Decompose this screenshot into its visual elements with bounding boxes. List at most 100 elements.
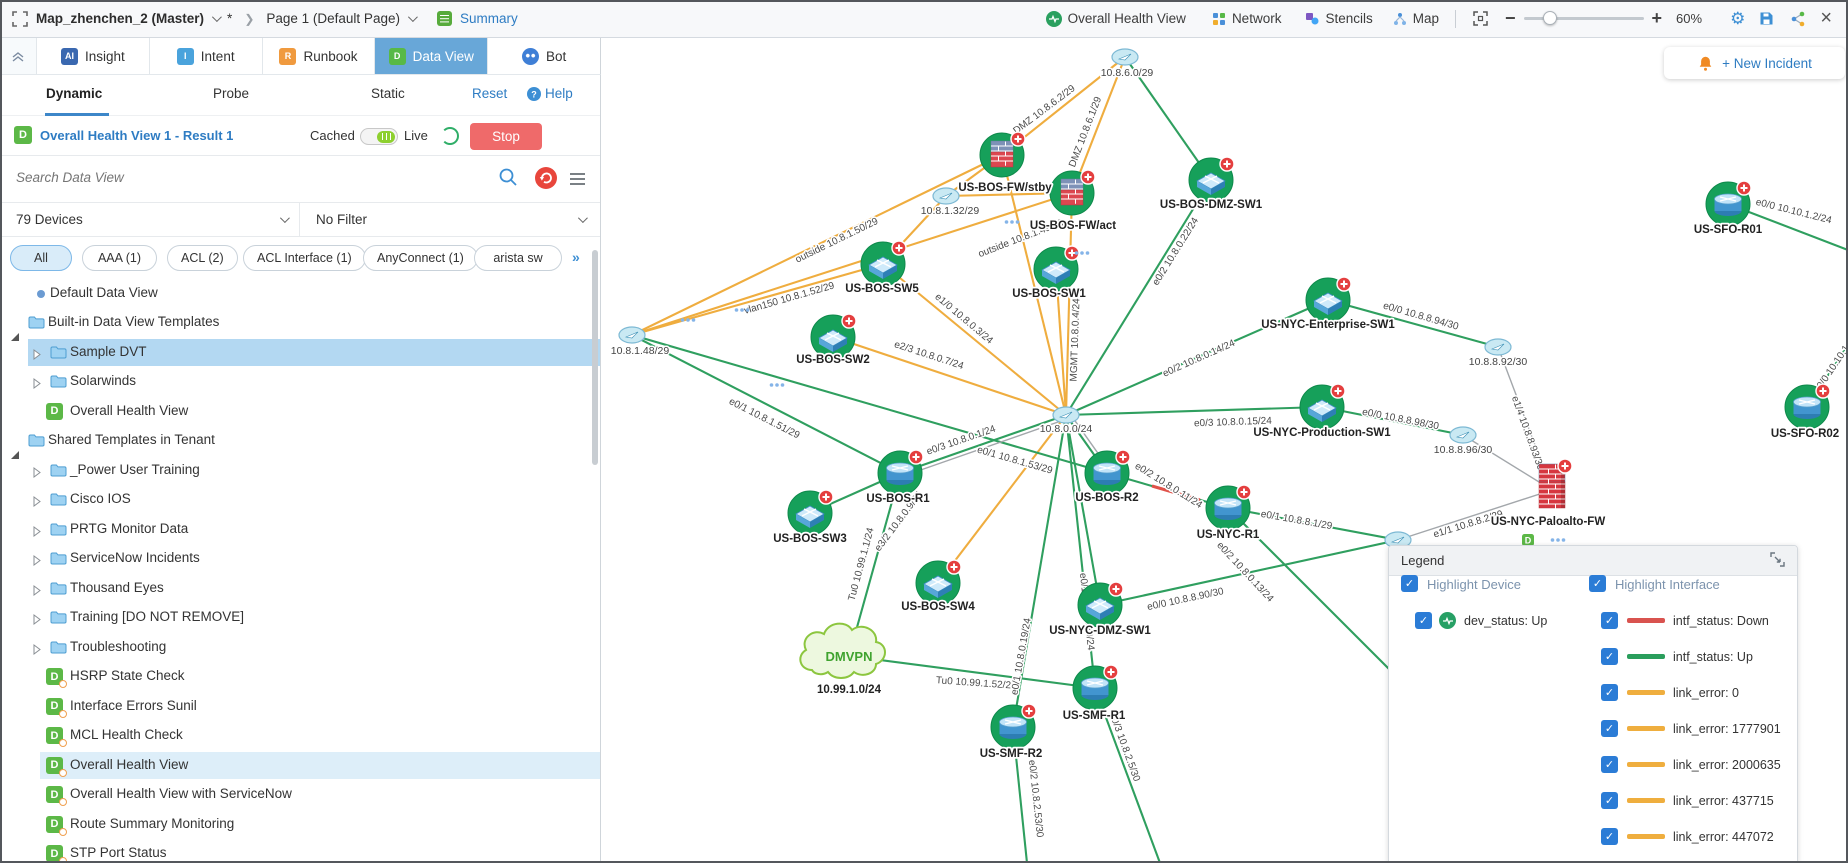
device-fwstby[interactable]: [980, 132, 1025, 177]
tree-item-overall-health-view[interactable]: DOverall Health View: [0, 397, 600, 427]
device-bosr1[interactable]: [878, 450, 923, 495]
tree-item-hsrp-state-check[interactable]: DHSRP State Check: [0, 662, 600, 692]
tree-item-mcl-health-check[interactable]: DMCL Health Check: [0, 721, 600, 751]
tree-item-cisco-ios[interactable]: Cisco IOS: [0, 485, 600, 515]
device-cloud48[interactable]: [619, 327, 645, 343]
device-sfor02[interactable]: [1785, 384, 1830, 429]
new-incident-button[interactable]: + New Incident: [1664, 47, 1845, 79]
legend-header[interactable]: Legend: [1389, 546, 1797, 576]
legend-resize-icon[interactable]: [1770, 552, 1785, 570]
legend-checkbox[interactable]: ✓: [1401, 575, 1418, 592]
device-bosr2[interactable]: [1085, 450, 1130, 495]
tree-item-built-in-data-view-templates[interactable]: Built-in Data View Templates: [0, 308, 600, 338]
more-data-dots-icon[interactable]: [735, 308, 750, 312]
fit-to-screen-icon[interactable]: [1472, 10, 1489, 27]
map-link[interactable]: [1398, 490, 1552, 540]
map-link[interactable]: [632, 193, 1072, 335]
map-link[interactable]: [1066, 407, 1322, 415]
legend-checkbox[interactable]: ✓: [1601, 828, 1618, 845]
network-menu[interactable]: Network: [1212, 11, 1282, 26]
collapse-panel-icon[interactable]: [0, 38, 36, 74]
device-nycr1[interactable]: [1206, 485, 1251, 530]
device-fwact[interactable]: [1050, 170, 1095, 215]
device-cloud92[interactable]: [1485, 339, 1511, 355]
tree-item-troubleshooting[interactable]: Troubleshooting: [0, 633, 600, 663]
more-data-dots-icon[interactable]: [1551, 538, 1566, 542]
map-menu[interactable]: Map: [1393, 11, 1439, 26]
device-dmzsw1[interactable]: [1189, 157, 1234, 202]
tree-expand-icon[interactable]: [33, 613, 41, 628]
chevron-down-icon[interactable]: [408, 12, 418, 22]
tree-item-training-do-not-remove-[interactable]: Training [DO NOT REMOVE]: [0, 603, 600, 633]
tree-expand-icon[interactable]: [33, 495, 41, 510]
tree-expand-icon[interactable]: [33, 377, 41, 392]
tree-item-default-data-view[interactable]: Default Data View: [0, 279, 600, 309]
save-icon[interactable]: [1759, 11, 1774, 26]
tree-expand-icon[interactable]: [33, 554, 41, 569]
tree-item-route-summary-monitoring[interactable]: DRoute Summary Monitoring: [0, 810, 600, 840]
zoom-slider-knob[interactable]: [1543, 11, 1557, 25]
device-hub[interactable]: [1053, 407, 1079, 423]
tree-item-shared-templates-in-tenant[interactable]: Shared Templates in Tenant: [0, 426, 600, 456]
map-link[interactable]: [1066, 180, 1211, 415]
tree-item-thousand-eyes[interactable]: Thousand Eyes: [0, 574, 600, 604]
tree-collapse-icon[interactable]: [11, 436, 19, 451]
legend-checkbox[interactable]: ✓: [1601, 720, 1618, 737]
tree-item-prtg-monitor-data[interactable]: PRTG Monitor Data: [0, 515, 600, 545]
zoom-slider[interactable]: [1524, 17, 1644, 20]
legend-checkbox[interactable]: ✓: [1601, 648, 1618, 665]
device-cloud6[interactable]: [1112, 49, 1138, 65]
legend-checkbox[interactable]: ✓: [1601, 684, 1618, 701]
device-prodsw1[interactable]: [1300, 384, 1345, 429]
tree-expand-icon[interactable]: [33, 643, 41, 658]
tab-intent[interactable]: IIntent: [149, 38, 262, 74]
tree-expand-icon[interactable]: [33, 348, 41, 363]
zoom-percent[interactable]: 60%: [1676, 11, 1702, 26]
tree-item-overall-health-view[interactable]: DOverall Health View: [0, 751, 600, 781]
share-icon[interactable]: [1790, 11, 1806, 27]
summary-link[interactable]: Summary: [460, 11, 518, 26]
tree-item-interface-errors-sunil[interactable]: DInterface Errors Sunil: [0, 692, 600, 722]
tree-item-solarwinds[interactable]: Solarwinds: [0, 367, 600, 397]
more-data-dots-icon[interactable]: [1005, 220, 1020, 224]
more-data-dots-icon[interactable]: [681, 318, 696, 322]
more-data-dots-icon[interactable]: [770, 383, 785, 387]
device-sw4[interactable]: [916, 560, 961, 605]
legend-checkbox[interactable]: ✓: [1601, 792, 1618, 809]
map-title[interactable]: Map_zhenchen_2 (Master): [36, 11, 204, 26]
device-sw1[interactable]: [1034, 246, 1079, 291]
device-sw5[interactable]: [861, 241, 906, 286]
tree-item--power-user-training[interactable]: _Power User Training: [0, 456, 600, 486]
device-nycdmz[interactable]: [1078, 582, 1123, 627]
legend-checkbox[interactable]: ✓: [1601, 612, 1618, 629]
gear-icon[interactable]: ⚙: [1730, 9, 1745, 29]
device-entsw1[interactable]: [1306, 277, 1351, 322]
tab-insight[interactable]: AIInsight: [36, 38, 149, 74]
tree-collapse-icon[interactable]: [11, 318, 19, 333]
overall-health-view-menu[interactable]: Overall Health View: [1046, 11, 1186, 27]
legend-checkbox[interactable]: ✓: [1589, 575, 1606, 592]
tab-bot[interactable]: Bot: [487, 38, 600, 74]
panel-scrollbar[interactable]: [592, 250, 598, 465]
close-icon[interactable]: ×: [1820, 7, 1832, 30]
tree-item-overall-health-view-with-servicenow[interactable]: DOverall Health View with ServiceNow: [0, 780, 600, 810]
tab-runbook[interactable]: RRunbook: [262, 38, 375, 74]
device-cloud96[interactable]: [1450, 427, 1476, 443]
zoom-out-button[interactable]: −: [1505, 8, 1516, 29]
zoom-in-button[interactable]: +: [1652, 8, 1663, 29]
tree-item-servicenow-incidents[interactable]: ServiceNow Incidents: [0, 544, 600, 574]
device-smfr1[interactable]: [1073, 665, 1118, 710]
legend-checkbox[interactable]: ✓: [1415, 612, 1432, 629]
chevron-down-icon[interactable]: [212, 12, 222, 22]
stencils-menu[interactable]: Stencils: [1305, 11, 1372, 26]
device-smfr2[interactable]: [991, 704, 1036, 749]
tree-expand-icon[interactable]: [33, 466, 41, 481]
device-cloud32[interactable]: [933, 188, 959, 204]
tree-item-stp-port-status[interactable]: DSTP Port Status: [0, 839, 600, 863]
device-sfor01[interactable]: [1706, 181, 1751, 226]
tree-expand-icon[interactable]: [33, 584, 41, 599]
device-paloalto[interactable]: [1539, 459, 1572, 509]
more-data-dots-icon[interactable]: [1075, 251, 1090, 255]
tab-data-view[interactable]: DData View: [374, 38, 487, 74]
legend-checkbox[interactable]: ✓: [1601, 756, 1618, 773]
